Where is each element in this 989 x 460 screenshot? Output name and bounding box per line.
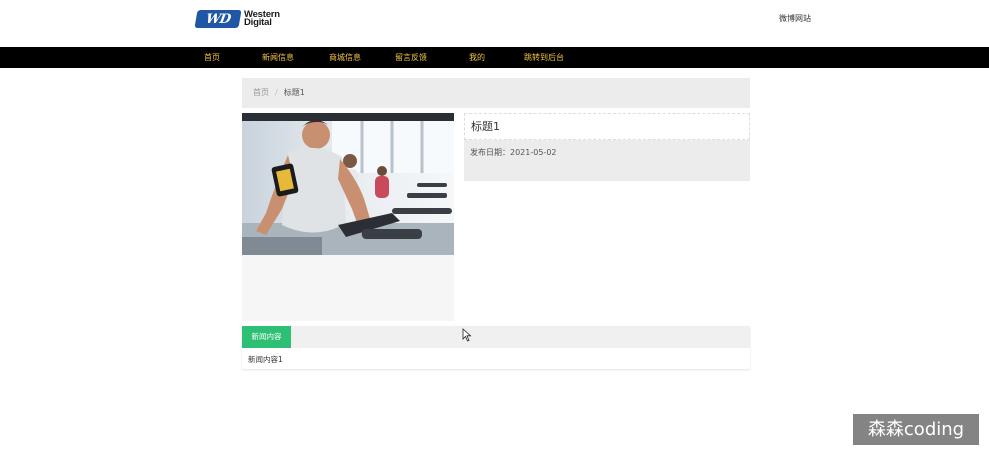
breadcrumb-current: 标题1: [283, 88, 305, 97]
weibo-site-link[interactable]: 微博网站: [779, 13, 811, 24]
article-title: 标题1: [464, 113, 750, 140]
article-info-panel: 标题1 发布日期：2021-05-02: [464, 113, 750, 181]
mouse-cursor-icon: [462, 328, 472, 342]
main-nav: 首页 新闻信息 商城信息 留言反馈 我的 跳转到后台: [0, 47, 989, 68]
news-content-body: 新闻内容1: [248, 355, 283, 364]
nav-item-home[interactable]: 首页: [204, 47, 220, 68]
article-date: 发布日期：2021-05-02: [470, 147, 557, 158]
nav-item-news[interactable]: 新闻信息: [262, 47, 294, 68]
logo-mark: WD: [204, 11, 232, 27]
date-label: 发布日期：: [470, 148, 510, 157]
tab-news-content[interactable]: 新闻内容: [242, 326, 291, 348]
breadcrumb-separator: /: [275, 88, 278, 97]
nav-item-shop[interactable]: 商城信息: [329, 47, 361, 68]
site-logo[interactable]: WD Western Digital: [194, 10, 280, 28]
watermark: 森森coding: [853, 414, 979, 445]
content-panel: 新闻内容 新闻内容1: [242, 326, 750, 369]
date-value: 2021-05-02: [510, 148, 557, 157]
content-tab-bar: 新闻内容: [242, 326, 750, 348]
breadcrumb-home[interactable]: 首页: [253, 88, 269, 97]
nav-item-mine[interactable]: 我的: [469, 47, 485, 68]
nav-item-admin[interactable]: 跳转到后台: [524, 47, 564, 68]
site-header: WD Western Digital 微博网站: [0, 0, 989, 47]
logo-line2: Digital: [244, 17, 272, 28]
nav-item-feedback[interactable]: 留言反馈: [395, 47, 427, 68]
logo-wordmark: Western Digital: [244, 10, 280, 28]
article-image-panel: [242, 113, 454, 321]
wd-logo-badge: WD: [194, 10, 242, 28]
fitness-photo-icon: [242, 113, 454, 255]
breadcrumb: 首页 / 标题1: [242, 78, 750, 108]
